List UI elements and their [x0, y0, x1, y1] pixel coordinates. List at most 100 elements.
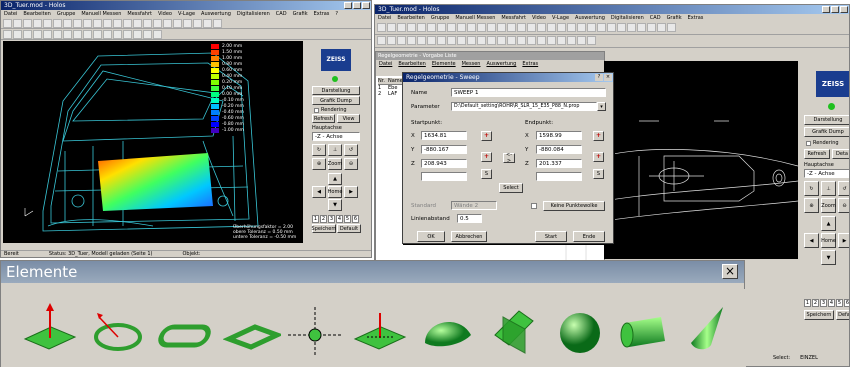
toolbar-tool-icon[interactable]: [73, 30, 82, 39]
menu-item[interactable]: Auswertung: [486, 60, 516, 68]
maximize-button[interactable]: [831, 6, 839, 13]
toolbar-tool-icon[interactable]: [163, 19, 172, 28]
arrow-up-icon[interactable]: ▲: [821, 216, 836, 231]
start-x-field[interactable]: 1634.81: [421, 131, 467, 140]
zoom-button[interactable]: Zoom: [821, 198, 836, 213]
zoom-in-icon[interactable]: ⊕: [312, 158, 326, 170]
end-dropdown[interactable]: [536, 172, 582, 181]
pick-end-z-button[interactable]: +: [593, 152, 604, 162]
menu-item[interactable]: Extras: [314, 10, 330, 18]
menu-item[interactable]: Datei: [4, 10, 17, 18]
toolbar-tool-icon[interactable]: [577, 23, 586, 32]
pick-start-z-button[interactable]: +: [481, 152, 492, 162]
axis-icon[interactable]: ⊥: [821, 181, 836, 196]
toolbar-tool-icon[interactable]: [153, 30, 162, 39]
standard-select[interactable]: Wände 2: [451, 201, 497, 210]
toolbar-tool-icon[interactable]: [23, 30, 32, 39]
toolbar-tool-icon[interactable]: [427, 23, 436, 32]
rendering-checkbox[interactable]: Rendering: [314, 107, 347, 113]
arrow-down-icon[interactable]: ▼: [821, 250, 836, 265]
page-tab[interactable]: 4: [336, 215, 343, 223]
toolbar-tool-icon[interactable]: [447, 23, 456, 32]
menu-item[interactable]: V-Lage: [552, 14, 569, 22]
toolbar-tool-icon[interactable]: [527, 36, 536, 45]
toolbar-tool-icon[interactable]: [667, 23, 676, 32]
toolbar-tool-icon[interactable]: [547, 23, 556, 32]
toolbar-tool-icon[interactable]: [527, 23, 536, 32]
toolbar-tool-icon[interactable]: [417, 36, 426, 45]
zoom-out-icon[interactable]: ⊖: [344, 158, 358, 170]
menu-item[interactable]: Auswertung: [201, 10, 231, 18]
menu-item[interactable]: Messen: [462, 60, 481, 68]
toolbar-tool-icon[interactable]: [457, 23, 466, 32]
toolbar-tool-icon[interactable]: [517, 36, 526, 45]
toolbar-tool-icon[interactable]: [407, 36, 416, 45]
toolbar-tool-icon[interactable]: [33, 19, 42, 28]
toolbar-tool-icon[interactable]: [13, 19, 22, 28]
refresh-button[interactable]: Refresh: [312, 114, 335, 123]
toolbar-tool-icon[interactable]: [647, 23, 656, 32]
arrow-down-icon[interactable]: ▼: [328, 199, 342, 211]
start-button[interactable]: Start: [535, 231, 567, 242]
toolbar-tool-icon[interactable]: [567, 36, 576, 45]
toolbar-tool-icon[interactable]: [33, 30, 42, 39]
pick-end-x-button[interactable]: +: [593, 131, 604, 141]
toolbar-tool-icon[interactable]: [183, 19, 192, 28]
rendering-checkbox[interactable]: Rendering: [806, 140, 839, 146]
toolbar-tool-icon[interactable]: [103, 30, 112, 39]
toolbar-tool-icon[interactable]: [507, 36, 516, 45]
slot-icon[interactable]: [157, 299, 215, 357]
toolbar-tool-icon[interactable]: [477, 36, 486, 45]
menu-item[interactable]: Datei: [378, 14, 391, 22]
arrow-right-icon[interactable]: ▶: [838, 233, 849, 248]
linienabstand-field[interactable]: 0.5: [457, 214, 482, 223]
close-icon[interactable]: ×: [604, 74, 612, 81]
darstellung-button[interactable]: Darstellung: [312, 86, 360, 95]
close-button[interactable]: [362, 2, 370, 9]
swap-button[interactable]: <->: [503, 152, 515, 164]
cone-icon[interactable]: [679, 299, 737, 357]
select-button[interactable]: Select: [499, 183, 523, 193]
close-icon[interactable]: ×: [722, 264, 738, 279]
refresh-button[interactable]: Refresh: [804, 149, 830, 159]
toolbar-tool-icon[interactable]: [657, 23, 666, 32]
toolbar-tool-icon[interactable]: [497, 36, 506, 45]
menu-item[interactable]: Extras: [688, 14, 704, 22]
toolbar-tool-icon[interactable]: [113, 30, 122, 39]
toolbar-tool-icon[interactable]: [577, 36, 586, 45]
page-tab[interactable]: 1: [804, 299, 811, 307]
toolbar-tool-icon[interactable]: [627, 23, 636, 32]
toolbar-tool-icon[interactable]: [173, 19, 182, 28]
ende-button[interactable]: Ende: [573, 231, 605, 242]
page-tab[interactable]: 3: [820, 299, 827, 307]
help-button[interactable]: ?: [595, 74, 603, 81]
toolbar-tool-icon[interactable]: [193, 19, 202, 28]
toolbar-tool-icon[interactable]: [477, 23, 486, 32]
toolbar-tool-icon[interactable]: [93, 30, 102, 39]
zoom-button[interactable]: Zoom: [328, 158, 342, 170]
toolbar-tool-icon[interactable]: [63, 30, 72, 39]
keine-punktewolke-button[interactable]: Keine Punktewolke: [543, 201, 605, 211]
toolbar-tool-icon[interactable]: [3, 19, 12, 28]
parameter-field[interactable]: D:\Default_setting\ROHR\R_SLR_15_E35_P88…: [451, 102, 597, 111]
graphics-view[interactable]: 2.00 mm 1.50 mm 1.00 mm 0.80 mm 0.60 mm 0.40 …: [3, 41, 303, 243]
toolbar-tool-icon[interactable]: [123, 19, 132, 28]
speichern-button[interactable]: Speichern: [804, 310, 834, 320]
name-field[interactable]: SWEEP 1: [451, 88, 606, 97]
toolbar-tool-icon[interactable]: [517, 23, 526, 32]
zoom-in-icon[interactable]: ⊕: [804, 198, 819, 213]
toolbar-tool-icon[interactable]: [103, 19, 112, 28]
toolbar-tool-icon[interactable]: [377, 23, 386, 32]
home-button[interactable]: Home: [821, 233, 836, 248]
page-tab[interactable]: 1: [312, 215, 319, 223]
menu-item[interactable]: Extras: [522, 60, 538, 68]
menu-item[interactable]: Digitalisieren: [237, 10, 270, 18]
toolbar-tool-icon[interactable]: [467, 36, 476, 45]
toolbar-tool-icon[interactable]: [387, 23, 396, 32]
toolbar-tool-icon[interactable]: [427, 36, 436, 45]
toolbar-tool-icon[interactable]: [457, 36, 466, 45]
page-tab[interactable]: 5: [344, 215, 351, 223]
axis-icon[interactable]: ⊥: [328, 144, 342, 156]
page-tab[interactable]: 4: [828, 299, 835, 307]
toolbar-tool-icon[interactable]: [507, 23, 516, 32]
